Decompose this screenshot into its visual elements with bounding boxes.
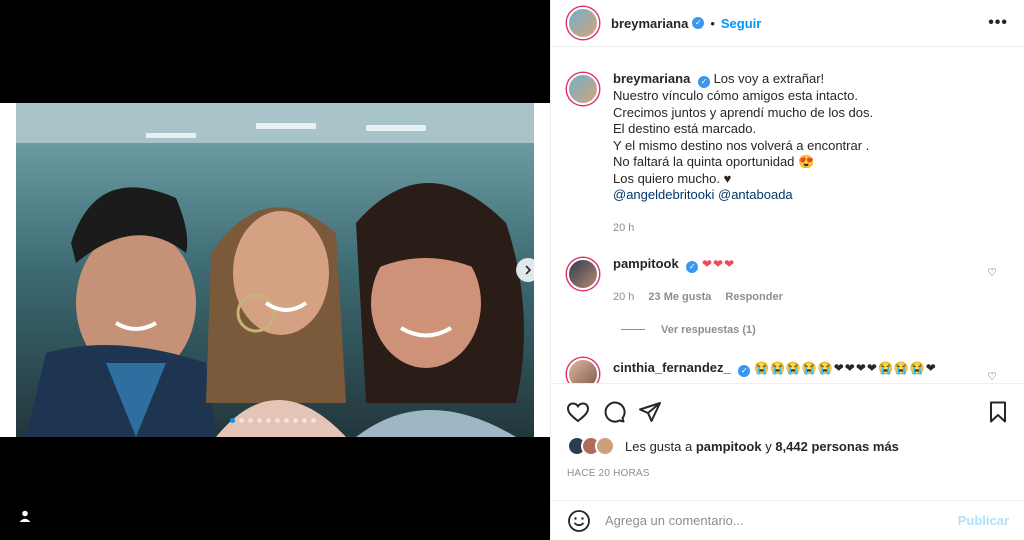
caption-line: El destino está marcado. <box>613 121 757 136</box>
share-button[interactable] <box>635 397 665 427</box>
publish-button[interactable]: Publicar <box>958 513 1009 528</box>
commenter-avatar[interactable] <box>567 258 599 290</box>
comment-item: cinthia_fernandez_ ✓ 😭😭😭😭😭❤❤❤❤😭😭😭❤ ♡ <box>567 356 1009 383</box>
caption-line: No faltará la quinta oportunidad 😍 <box>613 154 815 169</box>
post-photo[interactable] <box>16 103 534 437</box>
caption-line: Los voy a extrañar! <box>713 71 825 86</box>
liker-avatars <box>567 436 615 456</box>
header-separator: • <box>710 15 715 31</box>
carousel-dot <box>284 418 289 423</box>
likes-user[interactable]: pampitook <box>696 439 762 454</box>
caption-time[interactable]: 20 h <box>613 220 634 237</box>
media-column <box>0 0 550 540</box>
comments-list[interactable]: breymariana ✓ Los voy a extrañar! Nuestr… <box>551 47 1024 383</box>
caption: breymariana ✓ Los voy a extrañar! Nuestr… <box>567 71 1009 236</box>
carousel-dot <box>293 418 298 423</box>
comment-body: pampitook ✓ ❤❤❤ 20 h 23 Me gusta Respond… <box>613 256 783 306</box>
user-icon <box>19 510 31 522</box>
reply-button[interactable]: Responder <box>725 289 782 306</box>
verified-badge-icon: ✓ <box>686 261 699 273</box>
comment-time[interactable]: 20 h <box>613 289 634 306</box>
carousel-next-button[interactable] <box>516 258 540 282</box>
likes-connector: y <box>765 438 772 454</box>
mention-link[interactable]: @angeldebritooki <box>613 187 714 202</box>
caption-meta: 20 h <box>613 220 873 237</box>
caption-username[interactable]: breymariana <box>613 71 690 86</box>
like-comment-icon[interactable]: ♡ <box>987 266 997 279</box>
save-button[interactable] <box>983 397 1013 427</box>
comment-input[interactable] <box>605 513 958 528</box>
carousel-dot <box>311 418 316 423</box>
comment-text: 😭😭😭😭😭❤❤❤❤😭😭😭❤ <box>754 360 937 375</box>
comment-item: pampitook ✓ ❤❤❤ 20 h 23 Me gusta Respond… <box>567 256 1009 306</box>
instagram-post-view: breymariana ✓ • Seguir ••• breymariana ✓… <box>0 0 1024 540</box>
verified-badge-icon: ✓ <box>692 17 705 29</box>
commenter-username[interactable]: pampitook <box>613 256 679 271</box>
paper-plane-icon <box>639 401 661 422</box>
like-button[interactable] <box>563 397 593 427</box>
tagged-users-button[interactable] <box>12 503 38 529</box>
carousel-dot <box>239 418 244 423</box>
commenter-avatar[interactable] <box>567 357 599 383</box>
caption-line: Los quiero mucho. ♥ <box>613 170 732 186</box>
carousel-dot <box>248 418 253 423</box>
likes-summary: Les gusta a pampitook y 8,442 personas m… <box>567 436 899 456</box>
likes-prefix: Les gusta a <box>625 438 693 454</box>
comment-meta: 20 h 23 Me gusta Responder <box>613 289 783 306</box>
follow-button[interactable]: Seguir <box>721 16 761 31</box>
comment-body: cinthia_fernandez_ ✓ 😭😭😭😭😭❤❤❤❤😭😭😭❤ <box>613 356 937 377</box>
carousel-dot <box>257 418 262 423</box>
carousel-indicator <box>230 418 316 423</box>
likes-count[interactable]: 8,442 personas más <box>775 439 899 454</box>
verified-badge-icon: ✓ <box>697 76 710 88</box>
post-header: breymariana ✓ • Seguir ••• <box>551 0 1024 47</box>
view-replies-label[interactable]: Ver respuestas (1) <box>661 324 756 336</box>
author-avatar[interactable] <box>567 7 599 39</box>
post-timestamp[interactable]: HACE 20 HORAS <box>567 468 650 479</box>
replies-divider <box>621 329 645 330</box>
caption-body: breymariana ✓ Los voy a extrañar! Nuestr… <box>613 71 873 236</box>
action-bar <box>551 383 1024 439</box>
photo-frame <box>0 103 550 529</box>
comment-likes[interactable]: 23 Me gusta <box>648 289 711 306</box>
bookmark-icon <box>990 401 1006 422</box>
heart-icon <box>566 401 590 422</box>
chevron-right-icon <box>525 265 532 275</box>
view-replies-button[interactable]: Ver respuestas (1) <box>621 324 1009 336</box>
comment-text: ❤❤❤ <box>701 257 736 271</box>
emoji-icon[interactable] <box>567 509 591 533</box>
comment-button[interactable] <box>599 397 629 427</box>
verified-badge-icon: ✓ <box>738 364 751 377</box>
caption-avatar[interactable] <box>567 73 599 105</box>
caption-line: Crecimos juntos y aprendí mucho de los d… <box>613 104 874 120</box>
carousel-dot <box>302 418 307 423</box>
like-comment-icon[interactable]: ♡ <box>987 370 997 383</box>
comment-icon <box>604 401 626 423</box>
more-options-icon[interactable]: ••• <box>988 14 1008 32</box>
mention-link[interactable]: @antaboada <box>718 187 793 202</box>
post-photo-illustration <box>16 103 534 437</box>
carousel-dot <box>230 418 235 423</box>
commenter-username[interactable]: cinthia_fernandez_ <box>613 360 731 375</box>
add-comment-bar: Publicar <box>551 500 1024 540</box>
caption-line: Nuestro vínculo cómo amigos esta intacto… <box>613 88 858 103</box>
liker-avatar <box>595 436 615 456</box>
post-side-panel: breymariana ✓ • Seguir ••• breymariana ✓… <box>550 0 1024 540</box>
carousel-dot <box>275 418 280 423</box>
carousel-dot <box>266 418 271 423</box>
author-username[interactable]: breymariana <box>611 16 688 31</box>
caption-line: Y el mismo destino nos volverá a encontr… <box>613 137 870 153</box>
